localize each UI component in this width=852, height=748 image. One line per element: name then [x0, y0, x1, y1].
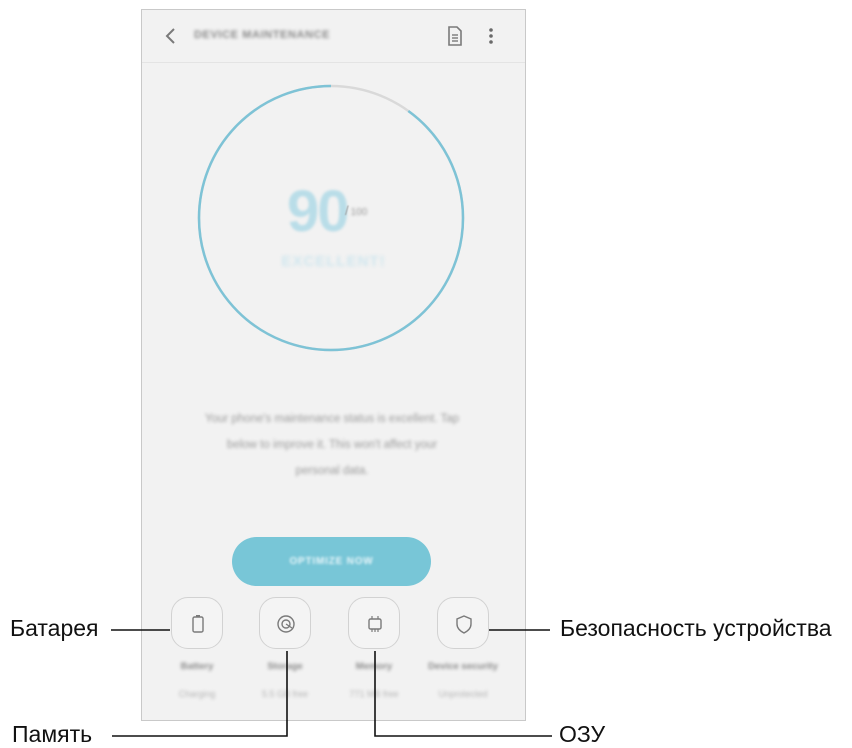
callout-line-memory: [374, 651, 552, 737]
callout-battery: Батарея: [10, 615, 99, 641]
callout-memory: ОЗУ: [559, 721, 606, 747]
callout-line-storage: [112, 651, 288, 737]
callout-storage: Память: [12, 721, 93, 747]
callout-device-security: Безопасность устройства: [560, 615, 832, 641]
